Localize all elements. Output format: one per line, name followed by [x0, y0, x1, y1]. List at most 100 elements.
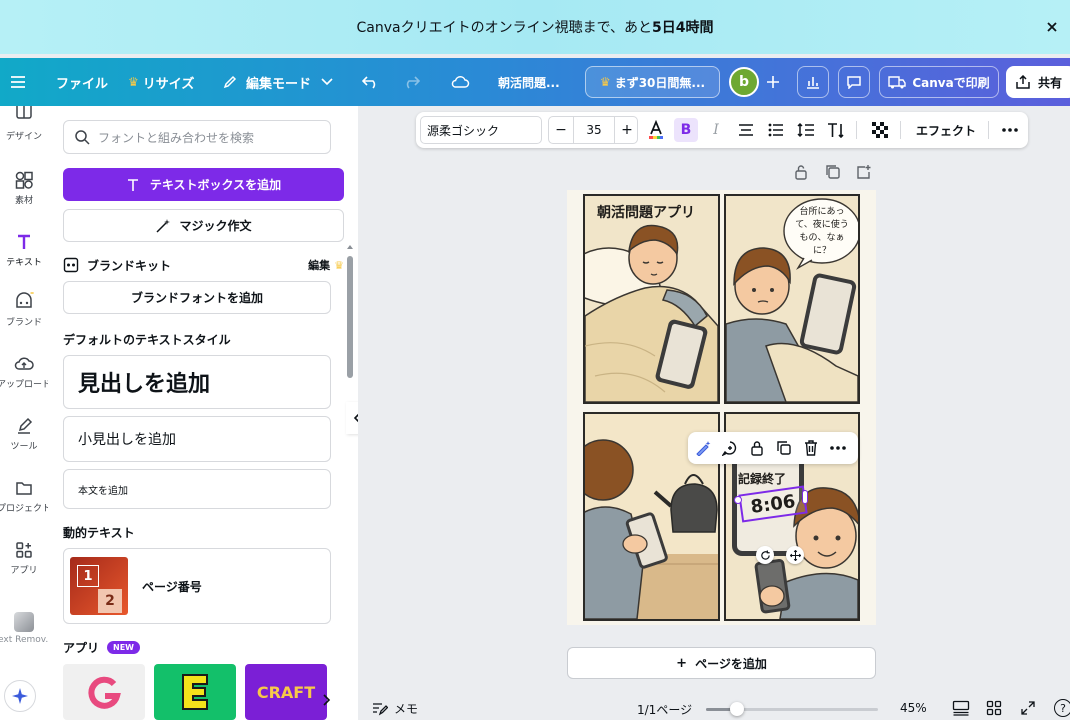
- move-handle[interactable]: [786, 546, 804, 564]
- chevron-down-icon: [321, 78, 333, 86]
- add-brand-font-button[interactable]: ブランドフォントを追加: [63, 281, 331, 314]
- page-number-thumbnail: 1 2: [70, 557, 128, 615]
- print-button[interactable]: Canvaで印刷: [879, 66, 999, 98]
- add-textbox-button[interactable]: テキストボックスを追加: [63, 168, 344, 201]
- decrease-font-size-button[interactable]: −: [549, 117, 573, 143]
- free-trial-button[interactable]: ♛ まず30日間無...: [585, 66, 720, 98]
- document-title[interactable]: 朝活問題...: [498, 58, 560, 106]
- undo-button[interactable]: [362, 58, 380, 106]
- brand-kit-header: ブランドキット 編集 ♛: [63, 256, 344, 274]
- list-button[interactable]: [764, 112, 788, 148]
- effects-button[interactable]: エフェクト: [910, 112, 982, 148]
- rail-item-text[interactable]: テキスト: [0, 232, 48, 268]
- dynamic-text-heading: 動的テキスト: [63, 526, 135, 540]
- comic-panel-2[interactable]: 台所にあっ て、夜に使う もの、なぁ に？: [724, 194, 860, 404]
- rail-item-uploads[interactable]: アップロード: [0, 354, 51, 390]
- fullscreen-button[interactable]: [1020, 700, 1036, 716]
- bold-button[interactable]: B: [674, 118, 698, 142]
- avatar[interactable]: b: [729, 67, 759, 97]
- checkerboard-icon: [872, 122, 888, 138]
- cloud-save-status[interactable]: [450, 58, 470, 106]
- page-indicator[interactable]: 1/1ページ: [637, 701, 692, 718]
- brand-kit-title: ブランドキット: [87, 258, 172, 273]
- comment-add-icon: [722, 441, 737, 456]
- grid-view-button[interactable]: [986, 700, 1002, 716]
- rail-item-brand[interactable]: ♛ ブランド: [0, 292, 48, 328]
- resize-button[interactable]: ♛ リサイズ: [128, 58, 194, 106]
- rotate-handle[interactable]: [756, 546, 774, 564]
- app-thumbnail-2[interactable]: [154, 664, 236, 720]
- more-options-button[interactable]: [996, 112, 1024, 148]
- font-search-input[interactable]: フォントと組み合わせを検索: [63, 120, 331, 154]
- default-styles-heading: デフォルトのテキストスタイル: [63, 333, 231, 347]
- scroll-up-arrow[interactable]: [347, 244, 353, 252]
- edit-mode-dropdown[interactable]: 編集モード: [222, 58, 333, 106]
- rail-item-apps[interactable]: アプリ: [0, 540, 48, 576]
- lock-element-button[interactable]: [744, 432, 770, 464]
- apps-scroll-right-button[interactable]: [320, 694, 332, 706]
- rail-item-projects[interactable]: プロジェクト: [0, 478, 51, 514]
- app-letter-e-icon: [182, 674, 208, 710]
- rail-item-tools[interactable]: ツール: [0, 416, 48, 452]
- app-thumbnail-3[interactable]: CRAFT: [245, 664, 327, 720]
- add-page-icon-button[interactable]: [856, 164, 872, 180]
- transparency-button[interactable]: [868, 112, 892, 148]
- rail-item-design[interactable]: デザイン: [0, 106, 48, 142]
- app-logo-icon: [88, 676, 121, 709]
- resize-handle-right[interactable]: [802, 490, 808, 504]
- text-color-button[interactable]: [644, 112, 668, 148]
- insights-button[interactable]: [797, 66, 829, 98]
- rail-item-text-remover[interactable]: Text Remov...: [0, 612, 54, 645]
- brand-icon: ♛: [16, 292, 35, 308]
- print-label: Canvaで印刷: [912, 75, 990, 90]
- help-button[interactable]: ?: [1054, 699, 1070, 717]
- zoom-level[interactable]: 45%: [900, 701, 927, 715]
- notes-button[interactable]: メモ: [372, 700, 418, 717]
- panel-scrollbar-thumb[interactable]: [347, 256, 353, 378]
- page-number-option[interactable]: 1 2 ページ番号: [63, 548, 331, 624]
- element-more-button[interactable]: [825, 432, 851, 464]
- font-family-dropdown[interactable]: 源柔ゴシック: [420, 116, 542, 144]
- magic-write-button[interactable]: マジック作文: [63, 209, 344, 242]
- align-button[interactable]: [734, 112, 758, 148]
- align-center-icon: [739, 124, 753, 136]
- share-label: 共有: [1038, 75, 1063, 90]
- add-heading-button[interactable]: 見出しを追加: [63, 355, 331, 409]
- zoom-slider-thumb[interactable]: [729, 702, 744, 716]
- resize-handle-left[interactable]: [734, 496, 742, 504]
- delete-element-button[interactable]: [798, 432, 824, 464]
- element-context-toolbar: [688, 432, 858, 464]
- add-brand-font-label: ブランドフォントを追加: [130, 291, 263, 305]
- menu-button[interactable]: [10, 58, 30, 106]
- file-menu[interactable]: ファイル: [56, 58, 108, 106]
- italic-button[interactable]: I: [704, 112, 728, 148]
- text-icon: [127, 178, 138, 191]
- comic-panel-1[interactable]: 朝活問題アプリ: [583, 194, 720, 404]
- edit-element-button[interactable]: [690, 432, 716, 464]
- add-body-text-button[interactable]: 本文を追加: [63, 469, 331, 509]
- share-button[interactable]: 共有: [1006, 66, 1070, 98]
- notes-icon: [373, 702, 388, 715]
- rotate-icon: [760, 549, 770, 560]
- add-collaborator-button[interactable]: [764, 72, 782, 92]
- add-comment-button[interactable]: [717, 432, 743, 464]
- duplicate-element-button[interactable]: [771, 432, 797, 464]
- add-subheading-button[interactable]: 小見出しを追加: [63, 416, 331, 462]
- add-page-button[interactable]: + ページを追加: [567, 647, 876, 679]
- duplicate-page-button[interactable]: [825, 164, 841, 180]
- spacing-button[interactable]: [794, 112, 818, 148]
- magic-assistant-button[interactable]: [4, 680, 36, 712]
- font-size-input[interactable]: 35: [573, 117, 615, 143]
- rail-item-elements[interactable]: 素材: [0, 170, 48, 206]
- page-view-button[interactable]: [952, 700, 970, 716]
- vertical-text-button[interactable]: [824, 112, 848, 148]
- comments-button[interactable]: [838, 66, 870, 98]
- close-banner-button[interactable]: [1042, 17, 1062, 37]
- increase-font-size-button[interactable]: +: [615, 117, 639, 143]
- design-page[interactable]: 朝活問題アプリ 台所にあっ て、夜に使う もの、なぁ に？ 記録終了 8:06: [567, 190, 876, 625]
- redo-button[interactable]: [402, 58, 420, 106]
- brand-kit-edit-link[interactable]: 編集: [308, 257, 330, 273]
- search-icon: [75, 130, 90, 145]
- lock-page-button[interactable]: [794, 164, 810, 180]
- app-thumbnail-1[interactable]: [63, 664, 145, 720]
